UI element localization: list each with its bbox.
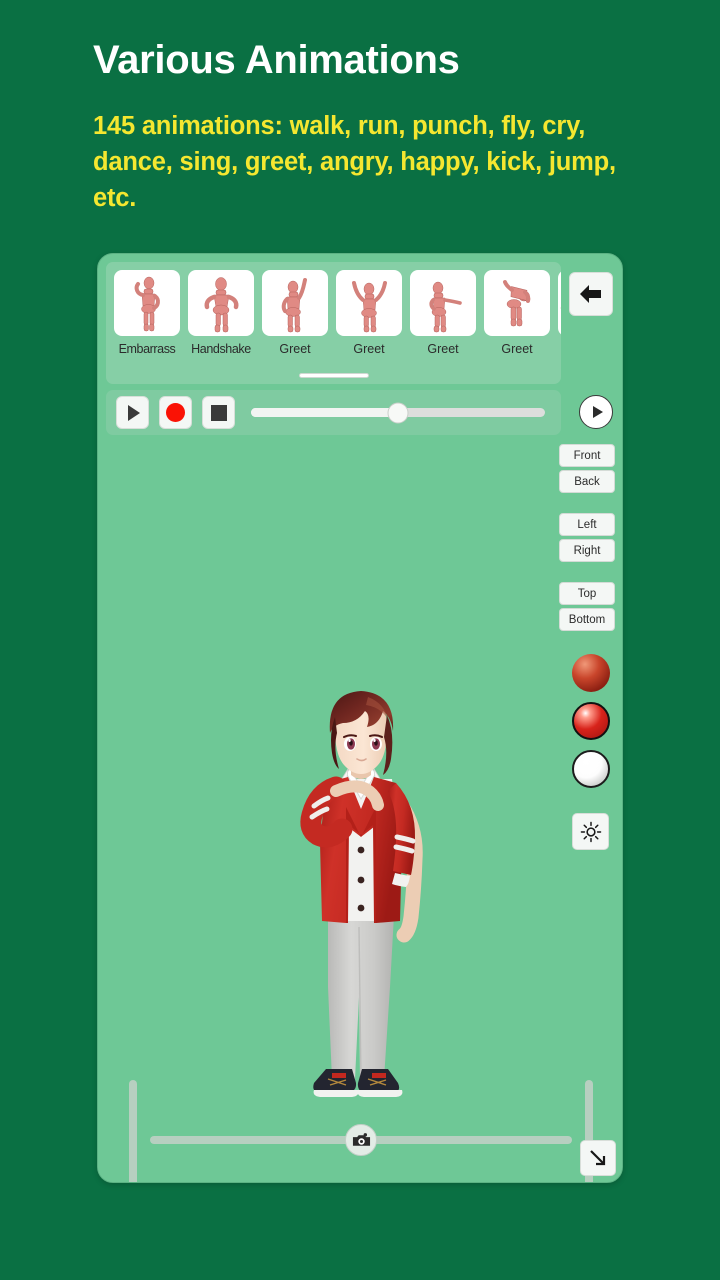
list-item-label: Greet — [484, 342, 550, 356]
animation-strip-panel[interactable]: Embarrass — [106, 262, 561, 384]
material-swatch-glossy-red[interactable] — [572, 702, 610, 740]
list-item[interactable] — [558, 270, 561, 356]
step-play-button[interactable] — [579, 395, 613, 429]
list-item[interactable]: Embarrass — [114, 270, 180, 356]
spacer — [559, 496, 615, 513]
spacer — [559, 565, 615, 582]
play-button[interactable] — [116, 396, 149, 429]
arrow-left-icon — [578, 283, 604, 305]
mannequin-pose-greet-2-icon[interactable] — [336, 270, 402, 336]
mannequin-pose-handshake-icon[interactable] — [188, 270, 254, 336]
list-item-label: Embarrass — [114, 342, 180, 356]
mannequin-pose-greet-3-icon[interactable] — [410, 270, 476, 336]
character-shoes — [313, 1069, 402, 1097]
anime-male-character[interactable] — [256, 687, 466, 1132]
list-item[interactable]: Greet — [336, 270, 402, 356]
sun-icon — [580, 821, 602, 843]
timeline-slider[interactable] — [251, 408, 545, 417]
model-viewport[interactable] — [98, 440, 623, 1183]
promo-subtitle: 145 animations: walk, run, punch, fly, c… — [93, 108, 633, 217]
list-item[interactable]: Greet — [262, 270, 328, 356]
stop-icon — [211, 405, 227, 421]
page-title: Various Animations — [93, 38, 720, 82]
resize-handle-button[interactable] — [580, 1140, 616, 1176]
timeline-thumb[interactable] — [388, 402, 409, 423]
stop-button[interactable] — [202, 396, 235, 429]
list-item-label: Greet — [410, 342, 476, 356]
timeline-fill — [251, 408, 398, 417]
mannequin-pose-greet-1-icon[interactable] — [262, 270, 328, 336]
material-swatch-glossy-white[interactable] — [572, 750, 610, 788]
horizontal-scroll-thumb[interactable] — [299, 373, 369, 378]
promo-header: Various Animations 145 animations: walk,… — [0, 0, 720, 217]
list-item-label: Greet — [262, 342, 328, 356]
list-item[interactable]: Handshake — [188, 270, 254, 356]
list-item[interactable]: Greet — [410, 270, 476, 356]
app-window: Embarrass — [97, 253, 623, 1183]
play-circle-icon — [593, 406, 603, 418]
mannequin-pose-greet-5-icon[interactable] — [558, 270, 561, 336]
camera-slider-left[interactable] — [129, 1080, 137, 1183]
list-item-label: Greet — [336, 342, 402, 356]
view-button-right[interactable]: Right — [559, 539, 615, 562]
material-swatch-metallic-dark-red[interactable] — [572, 654, 610, 692]
view-button-top[interactable]: Top — [559, 582, 615, 605]
play-icon — [128, 405, 140, 421]
view-button-group: Front Back Left Right Top Bottom — [559, 444, 615, 634]
mannequin-pose-embarrass-icon[interactable] — [114, 270, 180, 336]
brightness-button[interactable] — [572, 813, 609, 850]
record-button[interactable] — [159, 396, 192, 429]
list-item[interactable]: Greet — [484, 270, 550, 356]
animation-thumbnail-list: Embarrass — [106, 262, 561, 356]
back-button[interactable] — [569, 272, 613, 316]
camera-icon[interactable] — [345, 1124, 377, 1156]
view-button-back[interactable]: Back — [559, 470, 615, 493]
arrow-down-right-icon — [587, 1147, 609, 1169]
list-item-label: Handshake — [188, 342, 254, 356]
material-swatch-group — [572, 654, 610, 788]
view-button-front[interactable]: Front — [559, 444, 615, 467]
camera-slider-bottom[interactable] — [150, 1136, 572, 1144]
view-button-bottom[interactable]: Bottom — [559, 608, 615, 631]
playback-toolbar — [106, 390, 561, 435]
view-button-left[interactable]: Left — [559, 513, 615, 536]
record-icon — [166, 403, 185, 422]
mannequin-pose-greet-4-icon[interactable] — [484, 270, 550, 336]
